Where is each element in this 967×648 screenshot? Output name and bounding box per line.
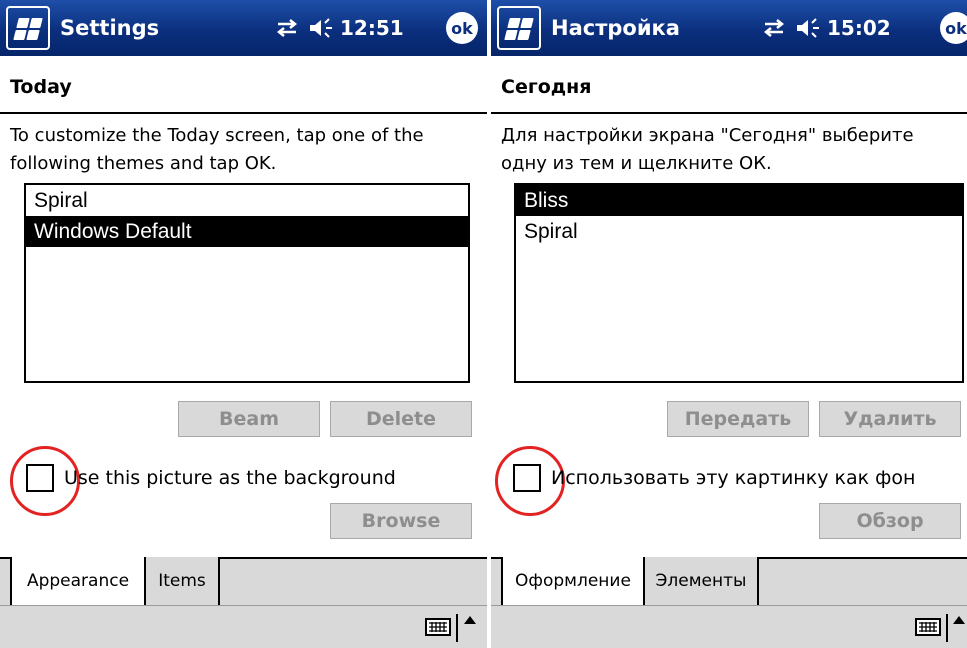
heading-divider [491, 112, 967, 114]
app-title: Настройка [551, 16, 680, 40]
heading-divider [0, 112, 487, 114]
browse-button[interactable]: Browse [330, 503, 472, 539]
menu-bar [0, 605, 487, 648]
theme-list-item-selected[interactable]: Bliss [516, 185, 962, 216]
ok-button[interactable]: ok [940, 12, 967, 44]
theme-list-item[interactable]: Spiral [26, 185, 468, 216]
status-area: 12:51 [274, 0, 404, 56]
menu-bar [491, 605, 967, 648]
delete-button[interactable]: Delete [330, 401, 472, 437]
windows-flag-icon[interactable] [497, 6, 541, 50]
speaker-volume-icon[interactable] [308, 17, 336, 39]
theme-listbox[interactable]: Spiral Windows Default [24, 183, 470, 383]
up-arrow-icon[interactable] [953, 616, 965, 624]
tab-appearance[interactable]: Appearance [10, 557, 146, 607]
keyboard-icon[interactable] [425, 618, 451, 636]
clock[interactable]: 15:02 [827, 16, 891, 40]
title-bar: Настройка 15:02 ok [491, 0, 967, 56]
app-title: Settings [60, 16, 160, 40]
instructions-text: To customize the Today screen, tap one o… [10, 125, 424, 174]
instructions-text: Для настройки экрана "Сегодня" выберите … [501, 125, 914, 174]
page-title: Today [10, 76, 72, 98]
background-checkbox-label[interactable]: Use this picture as the background [64, 467, 396, 489]
tab-items[interactable]: Items [146, 557, 220, 607]
beam-button[interactable]: Beam [178, 401, 320, 437]
clock[interactable]: 12:51 [340, 16, 404, 40]
background-checkbox[interactable] [26, 464, 54, 492]
keyboard-divider [456, 614, 458, 642]
beam-button[interactable]: Передать [667, 401, 809, 437]
page-title: Сегодня [501, 76, 592, 98]
speaker-volume-icon[interactable] [795, 17, 823, 39]
tab-items[interactable]: Элементы [645, 557, 759, 607]
background-checkbox-label[interactable]: Использовать эту картинку как фон [551, 467, 915, 489]
title-bar: Settings 12:51 ok [0, 0, 487, 56]
pocketpc-screen-english: Settings 12:51 ok Today To customize the… [0, 0, 487, 648]
background-checkbox[interactable] [513, 464, 541, 492]
background-option[interactable]: Использовать эту картинку как фон [513, 464, 915, 492]
delete-button[interactable]: Удалить [819, 401, 961, 437]
background-option[interactable]: Use this picture as the background [26, 464, 396, 492]
status-area: 15:02 [761, 0, 891, 56]
tab-strip: Оформление Элементы [491, 557, 967, 607]
theme-list-item-selected[interactable]: Windows Default [26, 216, 468, 247]
keyboard-icon[interactable] [915, 618, 941, 636]
theme-list-item[interactable]: Spiral [516, 216, 962, 247]
theme-listbox[interactable]: Bliss Spiral [514, 183, 964, 383]
tab-strip: Appearance Items [0, 557, 487, 607]
pocketpc-screen-russian: Настройка 15:02 ok Сегодня Для настройки… [491, 0, 967, 648]
connectivity-arrows-icon[interactable] [761, 18, 787, 38]
up-arrow-icon[interactable] [464, 616, 476, 624]
tab-appearance[interactable]: Оформление [501, 557, 645, 607]
keyboard-divider [946, 614, 948, 642]
ok-button[interactable]: ok [446, 12, 478, 44]
connectivity-arrows-icon[interactable] [274, 18, 300, 38]
browse-button[interactable]: Обзор [819, 503, 961, 539]
windows-flag-icon[interactable] [6, 6, 50, 50]
